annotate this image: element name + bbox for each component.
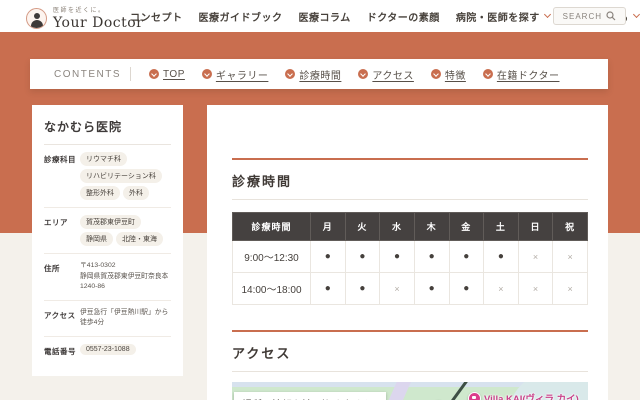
contents-link-doctors[interactable]: 在籍ドクター [483, 67, 560, 82]
contents-link-access[interactable]: アクセス [358, 67, 414, 82]
arrow-down-circle-icon [202, 69, 212, 79]
row-label: アクセス [44, 308, 80, 329]
availability-mark: ● [311, 273, 346, 305]
poi-label: Villa KAI(ヴィラ カイ) [484, 391, 579, 400]
search-button-label: SEARCH [563, 12, 602, 21]
contents-link-gallery[interactable]: ギャラリー [202, 67, 269, 82]
department-tag: リウマチ科 [80, 152, 127, 166]
availability-mark: ● [311, 241, 346, 273]
arrow-down-circle-icon [149, 69, 159, 79]
time-range: 14:00〜18:00 [233, 273, 311, 305]
contents-bar: CONTENTS TOP ギャラリー 診療時間 アクセス 特徴 在籍ドクター [30, 59, 608, 89]
row-label: 住所 [44, 261, 80, 293]
nav-item-column[interactable]: 医療コラム [299, 9, 351, 24]
search-button[interactable]: SEARCH [553, 7, 626, 25]
availability-mark: ● [484, 241, 519, 273]
availability-mark: × [518, 273, 553, 305]
site-header: 医師を近くに。 Your Doctor コンセプト 医療ガイドブック 医療コラム… [0, 0, 640, 32]
time-range: 9:00〜12:30 [233, 241, 311, 273]
availability-mark: ● [345, 241, 380, 273]
contents-link-top[interactable]: TOP [149, 69, 185, 80]
doctor-badge-icon [26, 8, 47, 29]
contents-link-features[interactable]: 特徴 [431, 67, 466, 82]
arrow-down-circle-icon [285, 69, 295, 79]
site-logo[interactable]: 医師を近くに。 Your Doctor [26, 5, 143, 31]
hours-table-header-row: 診療時間 月 火 水 木 金 土 日 祝 [233, 213, 588, 241]
clinic-info-card: なかむら医院 診療科目 リウマチ科 リハビリテーション科 整形外科 外科 エリア… [32, 105, 183, 376]
clinic-row-phone: 電話番号 0557-23-1088 [44, 337, 171, 364]
area-tag: 賀茂郡東伊豆町 [80, 215, 141, 229]
hours-row-morning: 9:00〜12:30 ● ● ● ● ● ● × × [233, 241, 588, 273]
map-error-message: 場所の情報を読み込めませんでした [234, 392, 386, 400]
col-header-mon: 月 [311, 213, 346, 241]
nav-item-guidebook[interactable]: 医療ガイドブック [199, 9, 283, 24]
col-header-wed: 水 [380, 213, 415, 241]
map-pin-icon [468, 392, 481, 400]
clinic-access-text: 伊豆急行「伊豆熱川駅」から徒歩4分 [80, 308, 171, 329]
contents-link-hours[interactable]: 診療時間 [285, 67, 341, 82]
area-tag: 北陸・東海 [116, 232, 163, 246]
contents-label: CONTENTS [30, 69, 130, 80]
availability-mark: ● [449, 241, 484, 273]
hours-row-afternoon: 14:00〜18:00 ● ● × ● ● × × × [233, 273, 588, 305]
availability-mark: × [553, 273, 588, 305]
availability-mark: ● [414, 273, 449, 305]
availability-mark: ● [345, 273, 380, 305]
availability-mark: ● [380, 241, 415, 273]
clinic-address: 〒413-0302 静岡県賀茂郡東伊豆町奈良本 1240-86 [80, 261, 168, 293]
col-header-holiday: 祝 [553, 213, 588, 241]
page: 医師を近くに。 Your Doctor コンセプト 医療ガイドブック 医療コラム… [0, 0, 640, 400]
nav-item-concept[interactable]: コンセプト [130, 9, 183, 24]
hours-table: 診療時間 月 火 水 木 金 土 日 祝 9:00〜12:30 ● [232, 212, 588, 305]
availability-mark: × [380, 273, 415, 305]
chevron-down-icon [633, 11, 640, 18]
availability-mark: × [518, 241, 553, 273]
hours-section: 診療時間 診療時間 月 火 水 木 金 土 日 祝 [232, 158, 588, 305]
col-header-thu: 木 [414, 213, 449, 241]
access-section: アクセス 場所の情報を読み込めませんでした 熱川ハイツ Villa KAI(ヴィ… [232, 330, 588, 400]
access-section-title: アクセス [232, 343, 588, 362]
divider [232, 199, 588, 200]
section-rule [232, 330, 588, 332]
department-tag: 整形外科 [80, 186, 120, 200]
clinic-row-departments: 診療科目 リウマチ科 リハビリテーション科 整形外科 外科 [44, 145, 171, 208]
section-rule [232, 158, 588, 160]
divider [130, 67, 131, 81]
search-icon [606, 11, 616, 21]
department-tag: 外科 [123, 186, 149, 200]
contents-links: TOP ギャラリー 診療時間 アクセス 特徴 在籍ドクター [149, 67, 560, 82]
clinic-name: なかむら医院 [44, 118, 171, 145]
hours-section-title: 診療時間 [232, 171, 588, 190]
embedded-map[interactable]: 場所の情報を読み込めませんでした 熱川ハイツ Villa KAI(ヴィラ カイ)… [232, 382, 588, 400]
row-label: 電話番号 [44, 344, 80, 357]
availability-mark: × [553, 241, 588, 273]
phone-number-tag: 0557-23-1088 [80, 344, 136, 355]
area-tag: 静岡県 [80, 232, 113, 246]
arrow-down-circle-icon [431, 69, 441, 79]
department-tag: リハビリテーション科 [80, 169, 162, 183]
main-panel: 診療時間 診療時間 月 火 水 木 金 土 日 祝 [207, 105, 608, 400]
col-header-sun: 日 [518, 213, 553, 241]
row-label: エリア [44, 215, 80, 246]
divider [232, 371, 588, 372]
nav-item-find-hospital[interactable]: 病院・医師を探す [456, 9, 550, 24]
arrow-down-circle-icon [483, 69, 493, 79]
map-poi-villa-kai: Villa KAI(ヴィラ カイ) [468, 391, 579, 400]
col-header-fri: 金 [449, 213, 484, 241]
clinic-row-access: アクセス 伊豆急行「伊豆熱川駅」から徒歩4分 [44, 301, 171, 337]
col-header-hours: 診療時間 [233, 213, 311, 241]
availability-mark: × [484, 273, 519, 305]
clinic-row-address: 住所 〒413-0302 静岡県賀茂郡東伊豆町奈良本 1240-86 [44, 254, 171, 301]
col-header-tue: 火 [345, 213, 380, 241]
col-header-sat: 土 [484, 213, 519, 241]
nav-item-doctor-face[interactable]: ドクターの素顔 [367, 9, 440, 24]
chevron-down-icon [544, 11, 551, 18]
availability-mark: ● [449, 273, 484, 305]
arrow-down-circle-icon [358, 69, 368, 79]
availability-mark: ● [414, 241, 449, 273]
clinic-row-area: エリア 賀茂郡東伊豆町 静岡県 北陸・東海 [44, 208, 171, 254]
row-label: 診療科目 [44, 152, 80, 200]
